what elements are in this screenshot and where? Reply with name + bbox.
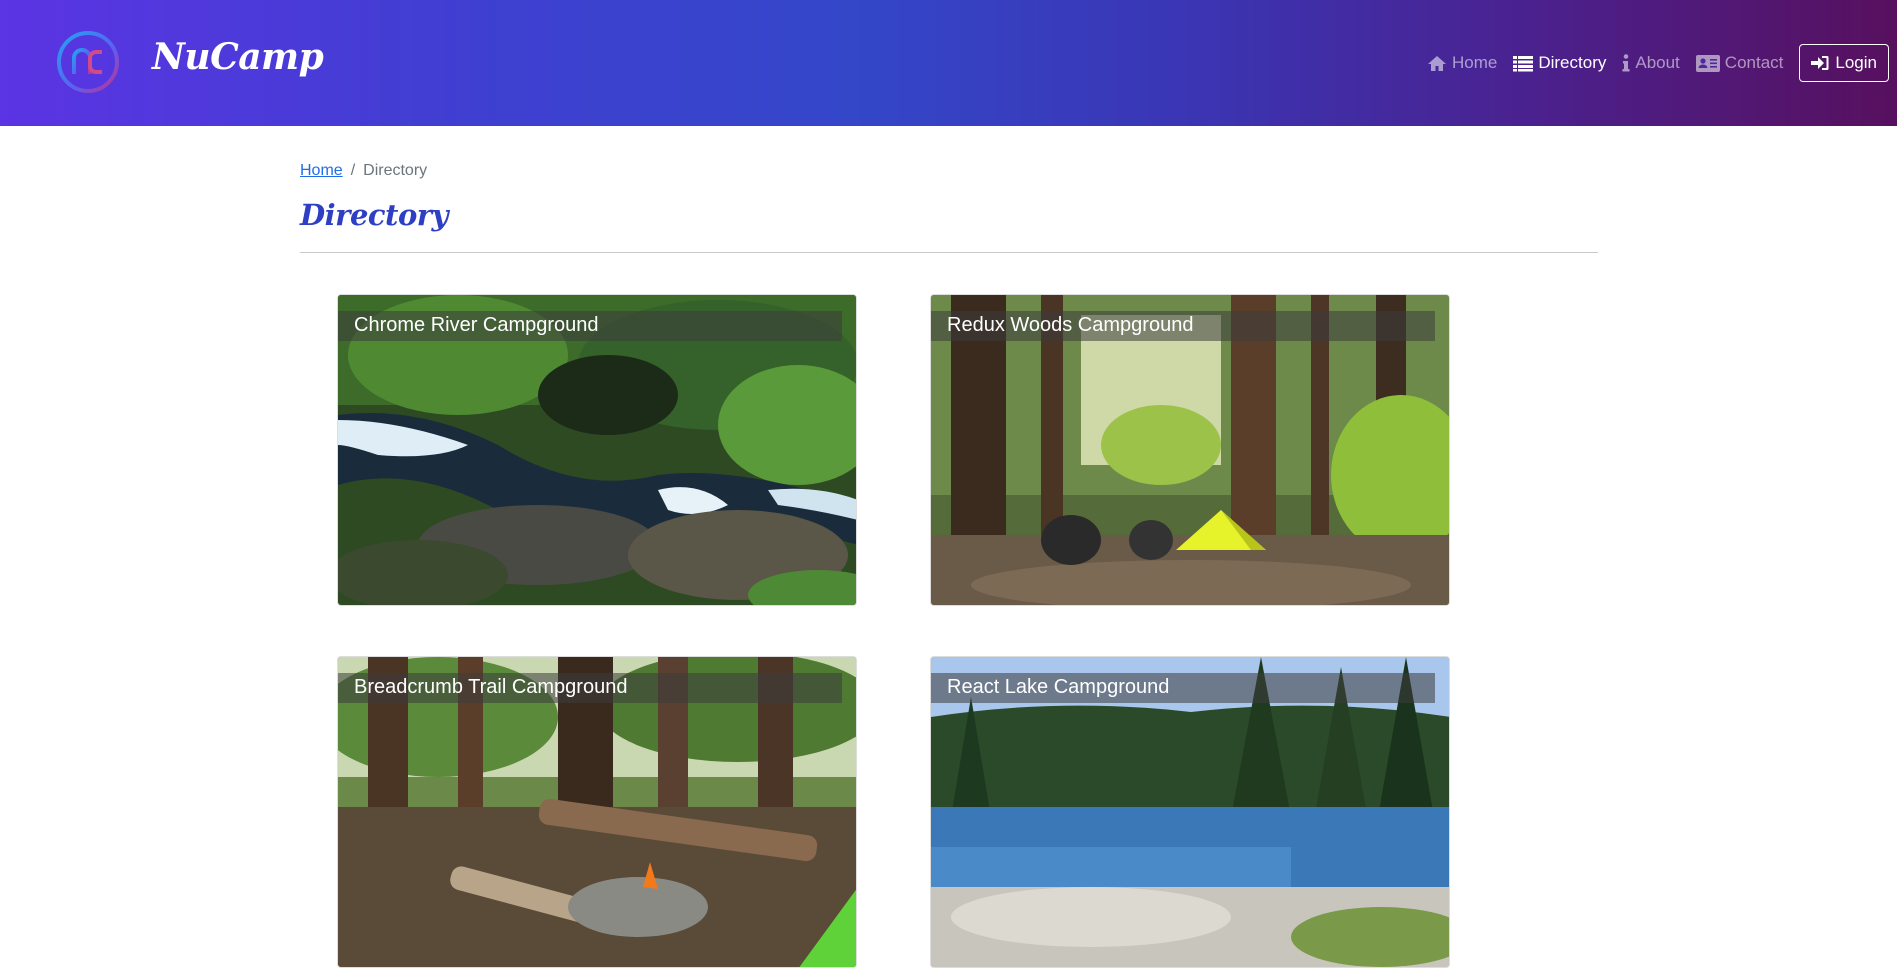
campsite-card-react-lake[interactable]: React Lake Campground xyxy=(930,656,1450,968)
login-button[interactable]: Login xyxy=(1799,44,1889,82)
campsite-card-breadcrumb-trail[interactable]: Breadcrumb Trail Campground xyxy=(337,656,857,968)
campsite-photo-forest-tent xyxy=(931,295,1449,605)
navbar: NuCamp Home Directory About Contact Logi… xyxy=(0,0,1897,126)
campsite-name: Breadcrumb Trail Campground xyxy=(338,673,842,703)
nav-contact-label: Contact xyxy=(1724,53,1784,72)
info-icon xyxy=(1622,54,1630,72)
nav-contact[interactable]: Contact xyxy=(1695,53,1784,73)
breadcrumb-current: Directory xyxy=(363,162,428,179)
sign-in-icon xyxy=(1811,56,1829,70)
nav-directory-label: Directory xyxy=(1538,53,1607,72)
nav-about[interactable]: About xyxy=(1622,53,1680,73)
campsite-card-chrome-river[interactable]: Chrome River Campground xyxy=(337,294,857,606)
home-icon xyxy=(1427,55,1446,71)
campsite-photo-lake xyxy=(931,657,1449,967)
login-label: Login xyxy=(1835,53,1877,72)
breadcrumb-separator: / xyxy=(350,162,356,179)
list-icon xyxy=(1513,55,1534,71)
campsite-card-redux-woods[interactable]: Redux Woods Campground xyxy=(930,294,1450,606)
breadcrumb: Home / Directory xyxy=(300,162,427,180)
breadcrumb-home-link[interactable]: Home xyxy=(300,162,343,180)
campsite-name: Redux Woods Campground xyxy=(931,311,1435,341)
campsite-name: Chrome River Campground xyxy=(338,311,842,341)
nucamp-logo[interactable] xyxy=(56,30,120,94)
nav-home[interactable]: Home xyxy=(1427,53,1497,73)
campsite-photo-river xyxy=(338,295,856,605)
brand-name[interactable]: NuCamp xyxy=(152,36,324,78)
campsite-photo-campfire xyxy=(338,657,856,967)
main-nav: Home Directory About Contact Login xyxy=(1427,44,1889,82)
nav-home-label: Home xyxy=(1451,53,1498,72)
title-divider xyxy=(300,252,1598,253)
nav-directory[interactable]: Directory xyxy=(1513,53,1606,73)
page-title: Directory xyxy=(300,198,448,232)
nav-about-label: About xyxy=(1635,53,1680,72)
campsite-name: React Lake Campground xyxy=(931,673,1435,703)
address-card-icon xyxy=(1695,54,1720,72)
